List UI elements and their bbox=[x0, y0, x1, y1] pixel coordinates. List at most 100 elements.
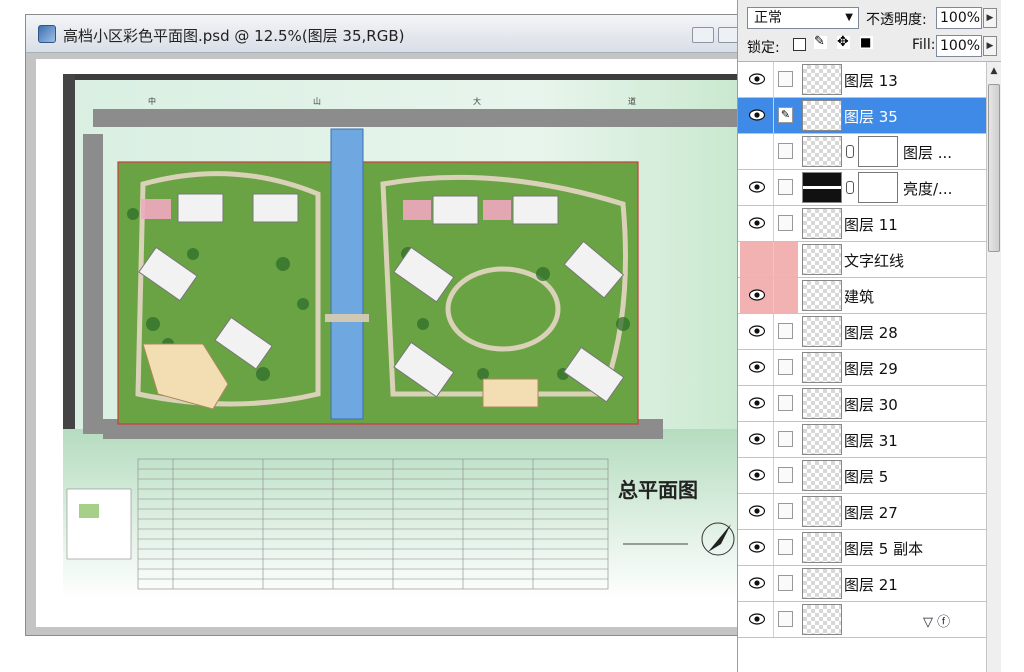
minimize-button[interactable] bbox=[692, 27, 714, 43]
lock-label: 锁定: bbox=[747, 40, 780, 56]
layer-link-cell[interactable] bbox=[774, 242, 798, 277]
chain-link-icon[interactable] bbox=[846, 145, 854, 158]
layer-mask-thumbnail[interactable] bbox=[858, 136, 898, 167]
layer-row[interactable]: 建筑 bbox=[738, 278, 986, 314]
opacity-field[interactable]: 100% bbox=[936, 7, 982, 29]
layer-link-cell[interactable] bbox=[774, 458, 798, 493]
layer-link-cell[interactable]: ✎ bbox=[774, 98, 798, 133]
move-lock-icon[interactable]: ✥ bbox=[837, 35, 850, 49]
link-box bbox=[778, 323, 793, 339]
layer-row[interactable]: 图层 11 bbox=[738, 206, 986, 242]
visibility-toggle[interactable] bbox=[740, 494, 774, 529]
link-box bbox=[778, 539, 793, 555]
visibility-toggle[interactable] bbox=[740, 530, 774, 565]
layer-name: 图层 11 bbox=[844, 216, 898, 234]
layer-name: 图层 31 bbox=[844, 432, 898, 450]
document-title-bar[interactable]: 高档小区彩色平面图.psd @ 12.5%(图层 35,RGB) bbox=[26, 15, 746, 53]
opacity-arrow-icon[interactable]: ▶ bbox=[983, 8, 997, 28]
psd-file-icon bbox=[38, 25, 56, 43]
layer-name: 图层 29 bbox=[844, 360, 898, 378]
visibility-toggle[interactable] bbox=[740, 278, 774, 313]
layer-link-cell[interactable] bbox=[774, 350, 798, 385]
link-box bbox=[778, 575, 793, 591]
link-box bbox=[778, 179, 793, 195]
water-canal bbox=[330, 128, 364, 420]
fill-field[interactable]: 100% bbox=[936, 35, 982, 57]
layer-scrollbar[interactable]: ▲ bbox=[986, 62, 1001, 672]
visibility-toggle[interactable] bbox=[740, 98, 774, 133]
effects-icon[interactable]: ▽ ⓕ bbox=[923, 611, 950, 630]
visibility-toggle[interactable] bbox=[740, 170, 774, 205]
layer-thumbnail bbox=[802, 604, 842, 635]
fill-label: Fill: bbox=[912, 37, 936, 53]
visibility-toggle[interactable] bbox=[740, 314, 774, 349]
layer-row[interactable]: ✎ 图层 35 bbox=[738, 98, 986, 134]
layer-thumbnail bbox=[802, 244, 842, 275]
layers-panel: 正常 ▼ 不透明度: 100% ▶ 锁定: ✎ ✥ ■ Fill: 100% ▶… bbox=[737, 0, 1024, 672]
link-box bbox=[778, 503, 793, 519]
visibility-toggle[interactable] bbox=[740, 62, 774, 97]
visibility-toggle[interactable] bbox=[740, 350, 774, 385]
layer-name: 图层 35 bbox=[844, 108, 898, 126]
layer-row[interactable]: 亮度/... bbox=[738, 170, 986, 206]
layer-name: 图层 27 bbox=[844, 504, 898, 522]
layer-name: 图层 21 bbox=[844, 576, 898, 594]
visibility-toggle[interactable] bbox=[740, 242, 774, 277]
top-road bbox=[93, 109, 742, 127]
padlock-icon[interactable]: ■ bbox=[860, 36, 873, 49]
blend-mode-dropdown[interactable]: 正常 ▼ bbox=[747, 7, 859, 29]
layer-row[interactable]: 图层 30 bbox=[738, 386, 986, 422]
visibility-toggle[interactable] bbox=[740, 458, 774, 493]
layer-row[interactable]: 图层 ... bbox=[738, 134, 986, 170]
layer-link-cell[interactable] bbox=[774, 134, 798, 169]
layer-thumbnail bbox=[802, 424, 842, 455]
visibility-toggle[interactable] bbox=[740, 566, 774, 601]
layer-link-cell[interactable] bbox=[774, 206, 798, 241]
visibility-toggle[interactable] bbox=[740, 134, 774, 169]
layer-link-cell[interactable] bbox=[774, 278, 798, 313]
window-controls bbox=[692, 27, 740, 43]
layer-mask-thumbnail[interactable] bbox=[858, 172, 898, 203]
layer-name: 图层 5 副本 bbox=[844, 540, 924, 558]
chain-link-icon[interactable] bbox=[846, 181, 854, 194]
blend-mode-value: 正常 bbox=[754, 10, 782, 26]
fill-arrow-icon[interactable]: ▶ bbox=[983, 36, 997, 56]
layer-row[interactable]: 图层 5 bbox=[738, 458, 986, 494]
layer-thumbnail bbox=[802, 316, 842, 347]
document-canvas[interactable]: 中 山 大 道 总平面图 bbox=[36, 59, 742, 627]
layer-link-cell[interactable] bbox=[774, 386, 798, 421]
visibility-toggle[interactable] bbox=[740, 602, 774, 637]
layer-link-cell[interactable] bbox=[774, 422, 798, 457]
fill-value: 100% bbox=[940, 38, 981, 54]
layer-thumbnail bbox=[802, 568, 842, 599]
layer-row[interactable]: 图层 5 副本 bbox=[738, 530, 986, 566]
layer-row[interactable]: ▽ ⓕ bbox=[738, 602, 986, 638]
layer-row[interactable]: 图层 31 bbox=[738, 422, 986, 458]
layer-row[interactable]: 图层 13 bbox=[738, 62, 986, 98]
layer-row[interactable]: 图层 27 bbox=[738, 494, 986, 530]
layer-link-cell[interactable] bbox=[774, 602, 798, 637]
scroll-up-icon[interactable]: ▲ bbox=[987, 66, 1001, 80]
layer-link-cell[interactable] bbox=[774, 530, 798, 565]
scroll-thumb[interactable] bbox=[988, 84, 1000, 252]
layer-link-cell[interactable] bbox=[774, 494, 798, 529]
lock-transparent-icon[interactable] bbox=[793, 38, 806, 51]
brush-lock-icon[interactable]: ✎ bbox=[814, 35, 827, 49]
layer-link-cell[interactable] bbox=[774, 314, 798, 349]
visibility-toggle[interactable] bbox=[740, 206, 774, 241]
layer-link-cell[interactable] bbox=[774, 566, 798, 601]
road-label-1: 中 bbox=[148, 96, 156, 106]
layer-row[interactable]: 文字红线 bbox=[738, 242, 986, 278]
road-label-3: 大 bbox=[473, 96, 481, 106]
chevron-down-icon: ▼ bbox=[845, 12, 853, 23]
visibility-toggle[interactable] bbox=[740, 386, 774, 421]
layer-link-cell[interactable] bbox=[774, 62, 798, 97]
layer-thumbnail bbox=[802, 532, 842, 563]
layer-row[interactable]: 图层 29 bbox=[738, 350, 986, 386]
layer-link-cell[interactable] bbox=[774, 170, 798, 205]
layer-row[interactable]: 图层 21 bbox=[738, 566, 986, 602]
layer-thumbnail bbox=[802, 64, 842, 95]
layer-row[interactable]: 图层 28 bbox=[738, 314, 986, 350]
plan-title: 总平面图 bbox=[618, 478, 698, 502]
visibility-toggle[interactable] bbox=[740, 422, 774, 457]
